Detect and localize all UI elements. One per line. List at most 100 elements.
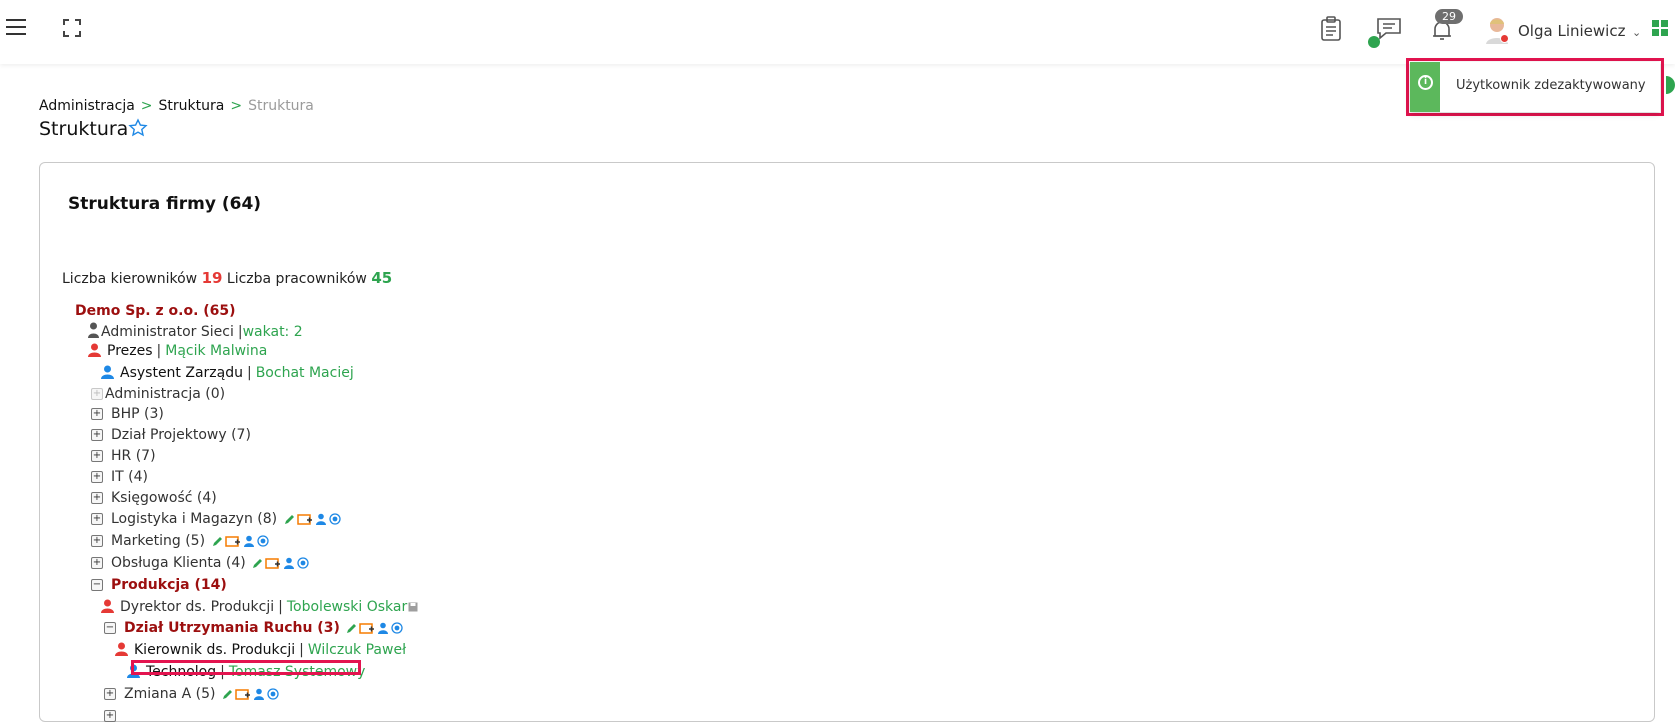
expand-icon[interactable]: + [91, 388, 103, 400]
collapse-icon[interactable]: − [104, 622, 116, 634]
tree-department-row[interactable]: + Obsługa Klienta (4) [91, 555, 311, 573]
node-actions [212, 535, 271, 551]
tree-department-row[interactable]: + Dział Projektowy (7) [91, 427, 251, 443]
tree-department-row[interactable]: + BHP (3) [91, 406, 164, 422]
tree-department-row[interactable]: + HR (7) [91, 448, 156, 464]
department-label[interactable]: Administracja (0) [105, 386, 225, 402]
tree-position-row[interactable]: Administrator Sieci |wakat: 2 [88, 322, 303, 342]
department-label[interactable]: Obsługa Klienta (4) [111, 555, 246, 571]
collapse-icon[interactable]: − [91, 579, 103, 591]
expand-icon[interactable]: + [91, 450, 103, 462]
node-actions [346, 622, 405, 638]
chevron-down-icon[interactable]: ⌄ [1632, 26, 1641, 39]
user-name[interactable]: Olga Liniewicz [1518, 22, 1625, 40]
department-label[interactable]: Księgowość (4) [111, 490, 217, 506]
toast-message: Użytkownik zdezaktywowany [1456, 78, 1646, 93]
expand-icon[interactable]: + [104, 710, 116, 722]
row-highlight [131, 660, 361, 675]
breadcrumb-item[interactable]: Struktura [159, 98, 225, 114]
tree-root-node[interactable]: Demo Sp. z o.o. (65) [75, 303, 236, 319]
tree-department-row[interactable]: + Marketing (5) [91, 533, 271, 551]
position-role: Kierownik ds. Produkcji [134, 642, 296, 658]
add-person-icon[interactable] [377, 622, 389, 634]
add-person-icon[interactable] [243, 535, 255, 547]
target-icon[interactable] [297, 557, 309, 569]
expand-icon[interactable]: + [91, 535, 103, 547]
tree-department-row[interactable]: + Logistyka i Magazyn (8) [91, 511, 343, 529]
position-vacancy[interactable]: wakat: 2 [243, 324, 303, 340]
summary-counts: Liczba kierowników 19 Liczba pracowników… [62, 269, 392, 287]
apps-icon[interactable] [1652, 20, 1670, 42]
side-panel-handle[interactable] [1666, 76, 1675, 94]
department-label[interactable]: Dział Utrzymania Ruchu (3) [124, 620, 340, 636]
pencil-icon[interactable] [252, 558, 263, 569]
notification-badge: 29 [1435, 9, 1463, 24]
tree-position-row[interactable]: Dyrektor ds. Produkcji | Tobolewski Oskar [101, 599, 418, 617]
pencil-icon[interactable] [212, 536, 223, 547]
node-actions [284, 513, 343, 529]
department-label[interactable]: Produkcja (14) [111, 577, 227, 593]
tree-department-row-expanded[interactable]: − Dział Utrzymania Ruchu (3) [104, 620, 405, 638]
tree-department-row[interactable]: + Administracja (0) [91, 386, 225, 402]
tree-position-row[interactable]: Asystent Zarządu | Bochat Maciej [101, 365, 354, 383]
menu-icon[interactable] [6, 18, 28, 40]
star-icon[interactable] [128, 118, 148, 142]
target-icon[interactable] [391, 622, 403, 634]
breadcrumb: Administracja > Struktura > Struktura [39, 98, 314, 114]
breadcrumb-item[interactable]: Administracja [39, 98, 135, 114]
tree-position-row[interactable]: Kierownik ds. Produkcji | Wilczuk Paweł [115, 642, 406, 660]
tree-department-row[interactable]: + Zmiana A (5) [104, 686, 281, 704]
expand-icon[interactable]: + [91, 557, 103, 569]
tree-department-row-expanded[interactable]: − Produkcja (14) [91, 577, 227, 593]
add-unit-icon[interactable] [235, 689, 251, 700]
employee-person-icon [101, 365, 114, 383]
add-unit-icon[interactable] [224, 536, 241, 547]
save-icon[interactable] [408, 602, 418, 612]
toast-notification[interactable]: i Użytkownik zdezaktywowany [1410, 62, 1660, 112]
expand-icon[interactable]: + [104, 688, 116, 700]
employees-label: Liczba pracowników [226, 271, 367, 287]
department-label[interactable]: Logistyka i Magazyn (8) [111, 511, 277, 527]
card-title: Struktura firmy (64) [68, 194, 262, 214]
tree-department-row[interactable]: + IT (4) [91, 469, 148, 485]
chat-icon[interactable] [1376, 16, 1402, 44]
info-icon: i [1418, 75, 1433, 90]
position-person[interactable]: Mącik Malwina [165, 343, 267, 359]
breadcrumb-separator: > [230, 98, 243, 114]
department-label[interactable]: Zmiana A (5) [124, 686, 215, 702]
add-unit-icon[interactable] [359, 623, 375, 634]
top-bar: 29 Olga Liniewicz ⌄ [0, 0, 1675, 64]
tree-position-row[interactable]: Prezes | Mącik Malwina [88, 343, 267, 361]
target-icon[interactable] [328, 513, 341, 525]
add-person-icon[interactable] [253, 688, 265, 700]
fullscreen-icon[interactable] [62, 18, 82, 42]
position-person[interactable]: Wilczuk Paweł [308, 642, 406, 658]
target-icon[interactable] [256, 535, 269, 547]
online-status-dot [1368, 36, 1380, 48]
add-person-icon[interactable] [315, 513, 327, 525]
add-unit-icon[interactable] [296, 514, 313, 525]
expand-icon[interactable]: + [91, 429, 103, 441]
tree-department-row[interactable]: + Księgowość (4) [91, 490, 217, 506]
add-unit-icon[interactable] [265, 558, 281, 569]
position-person[interactable]: Tobolewski Oskar [287, 599, 407, 615]
managers-label: Liczba kierowników [62, 271, 198, 287]
department-label[interactable]: Marketing (5) [111, 533, 205, 549]
expand-icon[interactable]: + [91, 492, 103, 504]
target-icon[interactable] [267, 688, 279, 700]
clipboard-icon[interactable] [1320, 16, 1342, 46]
pencil-icon[interactable] [284, 514, 295, 525]
department-label[interactable]: HR (7) [111, 448, 156, 464]
department-label[interactable]: BHP (3) [111, 406, 164, 422]
expand-icon[interactable]: + [91, 513, 103, 525]
expand-icon[interactable]: + [91, 408, 103, 420]
department-label[interactable]: Dział Projektowy (7) [111, 427, 251, 443]
pencil-icon[interactable] [346, 623, 357, 634]
tree-department-row[interactable]: + [104, 708, 124, 724]
position-person[interactable]: Bochat Maciej [256, 365, 354, 381]
expand-icon[interactable]: + [91, 471, 103, 483]
user-status-dot [1500, 34, 1509, 43]
pencil-icon[interactable] [222, 689, 233, 700]
add-person-icon[interactable] [283, 557, 295, 569]
department-label[interactable]: IT (4) [111, 469, 148, 485]
